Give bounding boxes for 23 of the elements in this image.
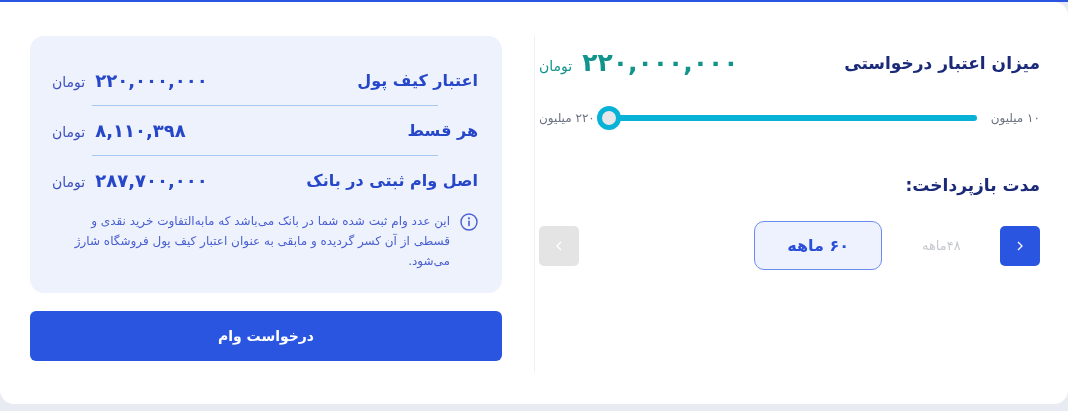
summary-value: ۲۸۷,۷۰۰,۰۰۰ [95, 170, 208, 191]
currency-label: تومان [52, 74, 86, 90]
section-title: میزان اعتبار درخواستی [844, 52, 1040, 73]
slider-min-label: ۱۰ میلیون [990, 111, 1040, 125]
summary-label: اصل وام ثبتی در بانک [306, 171, 478, 190]
chevron-icon [554, 239, 564, 252]
currency-label: تومان [539, 58, 573, 74]
slider-thumb[interactable] [596, 106, 621, 130]
summary-label: اعتبار کیف پول [357, 71, 478, 90]
info-note: این عدد وام ثبت شده شما در بانک می‌باشد که مابه‌التفاوت خرید نقدی و قسطی از آن کسر گردیده و مابقی به عنوان اعتبار کیف پول فروشگاه شارژ می‌شود. [73, 213, 450, 270]
request-loan-button[interactable]: درخواست وام [30, 311, 502, 361]
slider-max-label: ۲۲۰ میلیون [539, 111, 595, 125]
summary-value: ۸,۱۱۰,۳۹۸ [95, 120, 186, 141]
section-title: مدت بازپرداخت: [904, 175, 1040, 195]
term-option[interactable]: ۶۰ ماهه [754, 221, 883, 270]
next-button[interactable] [1000, 225, 1040, 266]
currency-label: تومان [52, 174, 86, 190]
chevron-icon [1015, 239, 1025, 252]
amount-value: ۲۲۰,۰۰۰,۰۰۰ [582, 48, 739, 77]
summary-label: هر قسط [407, 121, 478, 140]
summary-value: ۲۲۰,۰۰۰,۰۰۰ [95, 70, 208, 91]
info-icon [460, 213, 478, 231]
currency-label: تومان [52, 124, 86, 140]
